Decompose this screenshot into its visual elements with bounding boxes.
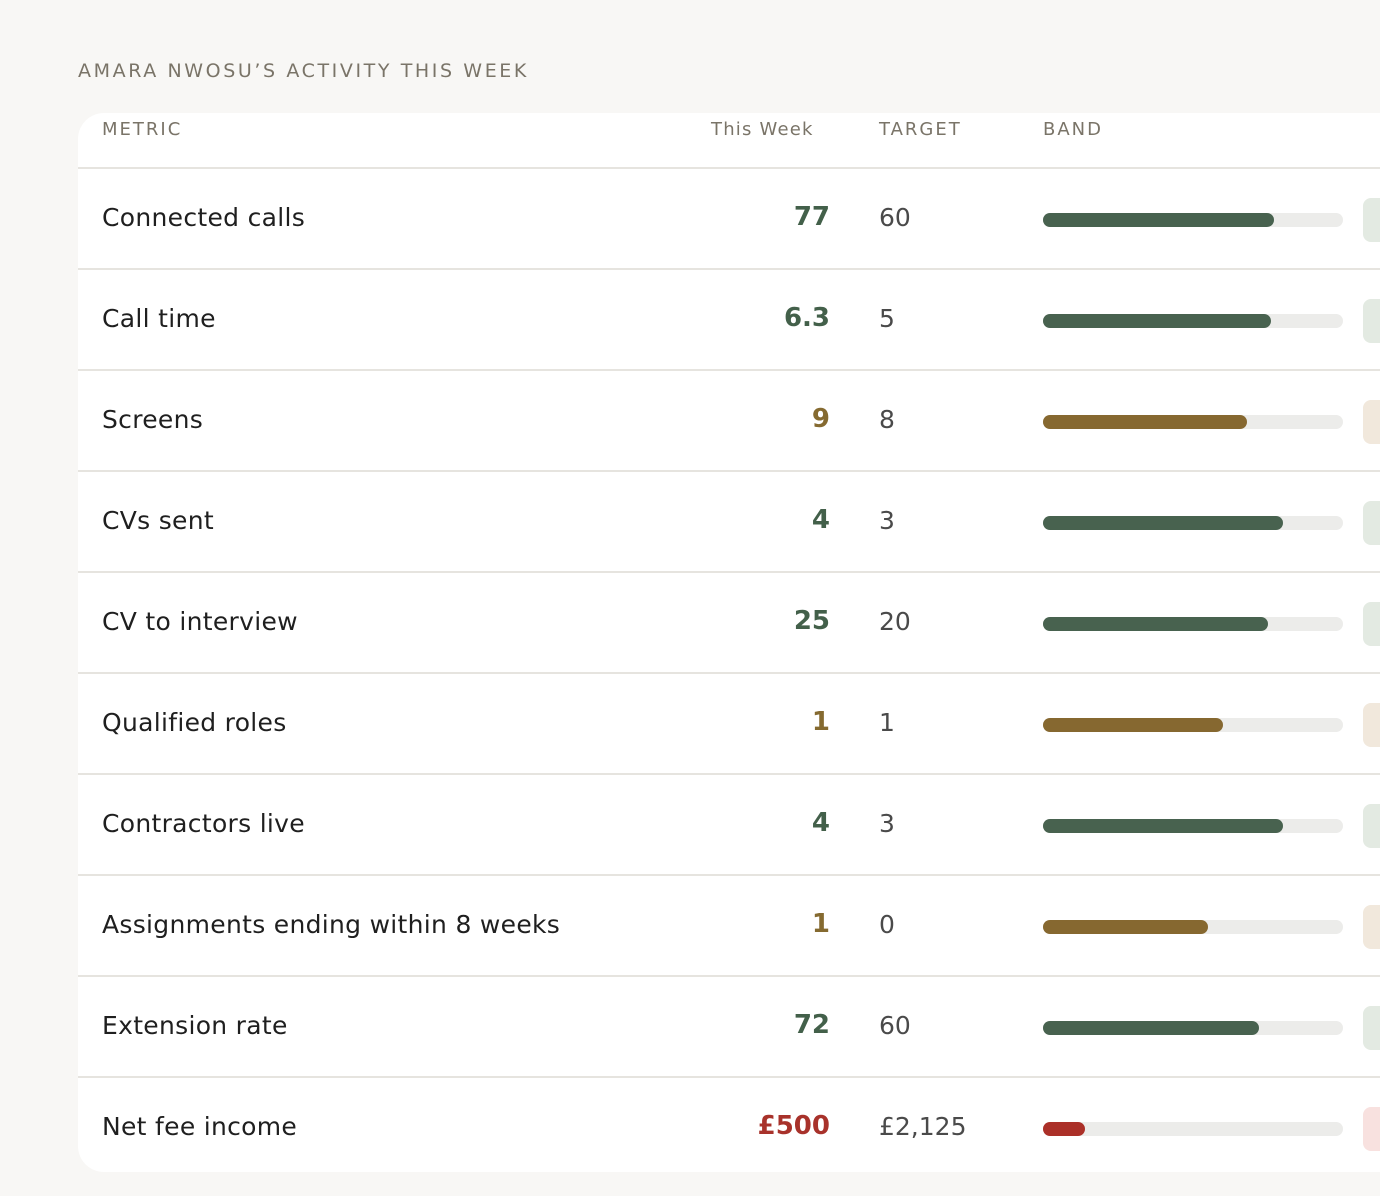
- band-bar-fill: [1043, 415, 1247, 429]
- target-value: £2,125: [879, 1112, 967, 1141]
- band-bar: [1043, 1122, 1343, 1136]
- band-bar: [1043, 1021, 1343, 1035]
- table-row[interactable]: Net fee income £500 £2,125: [78, 1078, 1380, 1172]
- metric-label: Qualified roles: [102, 708, 287, 737]
- band-bar-fill: [1043, 314, 1271, 328]
- table-row[interactable]: Extension rate 72 60: [78, 977, 1380, 1078]
- metric-label: Call time: [102, 304, 216, 333]
- this-week-value: £500: [757, 1111, 830, 1141]
- band-bar: [1043, 516, 1343, 530]
- band-bar-fill: [1043, 1021, 1259, 1035]
- status-badge: [1363, 400, 1380, 444]
- this-week-value: 1: [811, 707, 830, 737]
- header-this-week: This Week: [711, 119, 814, 140]
- table-body: Connected calls 77 60 Call time 6.3 5 Screens 9…: [78, 169, 1380, 1172]
- this-week-value: 9: [811, 404, 830, 434]
- header-band: BAND: [1043, 119, 1103, 140]
- target-value: 0: [879, 910, 895, 939]
- table-row[interactable]: Contractors live 4 3: [78, 775, 1380, 876]
- band-bar-fill: [1043, 819, 1283, 833]
- table-row[interactable]: Screens 9 8: [78, 371, 1380, 472]
- section-title: AMARA NWOSU’S ACTIVITY THIS WEEK: [78, 60, 529, 82]
- metric-label: Assignments ending within 8 weeks: [102, 910, 561, 939]
- band-bar: [1043, 819, 1343, 833]
- band-bar: [1043, 920, 1343, 934]
- header-target: TARGET: [879, 119, 962, 140]
- metric-label: Connected calls: [102, 203, 306, 232]
- status-badge: [1363, 602, 1380, 646]
- target-value: 60: [879, 203, 911, 232]
- status-badge: [1363, 501, 1380, 545]
- metric-label: CV to interview: [102, 607, 298, 636]
- status-badge: [1363, 198, 1380, 242]
- metric-label: Screens: [102, 405, 204, 434]
- this-week-value: 72: [793, 1010, 830, 1040]
- band-bar-fill: [1043, 920, 1208, 934]
- band-bar-fill: [1043, 718, 1223, 732]
- metric-label: Contractors live: [102, 809, 305, 838]
- this-week-value: 1: [811, 909, 830, 939]
- table-row[interactable]: Connected calls 77 60: [78, 169, 1380, 270]
- target-value: 3: [879, 506, 895, 535]
- band-bar: [1043, 718, 1343, 732]
- table-row[interactable]: Call time 6.3 5: [78, 270, 1380, 371]
- this-week-value: 77: [793, 202, 830, 232]
- target-value: 20: [879, 607, 911, 636]
- this-week-value: 4: [811, 505, 830, 535]
- status-badge: [1363, 703, 1380, 747]
- band-bar-fill: [1043, 617, 1268, 631]
- status-badge: [1363, 905, 1380, 949]
- this-week-value: 25: [793, 606, 830, 636]
- table-row[interactable]: CVs sent 4 3: [78, 472, 1380, 573]
- band-bar: [1043, 415, 1343, 429]
- target-value: 8: [879, 405, 895, 434]
- this-week-value: 6.3: [783, 303, 830, 333]
- table-row[interactable]: Assignments ending within 8 weeks 1 0: [78, 876, 1380, 977]
- status-badge: [1363, 1107, 1380, 1151]
- table-row[interactable]: Qualified roles 1 1: [78, 674, 1380, 775]
- table-header: METRIC This Week TARGET BAND: [78, 113, 1380, 169]
- band-bar-fill: [1043, 1122, 1085, 1136]
- band-bar: [1043, 213, 1343, 227]
- band-bar: [1043, 314, 1343, 328]
- target-value: 5: [879, 304, 895, 333]
- band-bar: [1043, 617, 1343, 631]
- header-metric: METRIC: [102, 119, 183, 140]
- target-value: 60: [879, 1011, 911, 1040]
- status-badge: [1363, 299, 1380, 343]
- this-week-value: 4: [811, 808, 830, 838]
- metric-label: Extension rate: [102, 1011, 288, 1040]
- metric-label: Net fee income: [102, 1112, 298, 1141]
- status-badge: [1363, 1006, 1380, 1050]
- band-bar-fill: [1043, 516, 1283, 530]
- target-value: 1: [879, 708, 895, 737]
- target-value: 3: [879, 809, 895, 838]
- status-badge: [1363, 804, 1380, 848]
- activity-table: METRIC This Week TARGET BAND Connected c…: [78, 113, 1380, 1172]
- table-row[interactable]: CV to interview 25 20: [78, 573, 1380, 674]
- band-bar-fill: [1043, 213, 1274, 227]
- metric-label: CVs sent: [102, 506, 214, 535]
